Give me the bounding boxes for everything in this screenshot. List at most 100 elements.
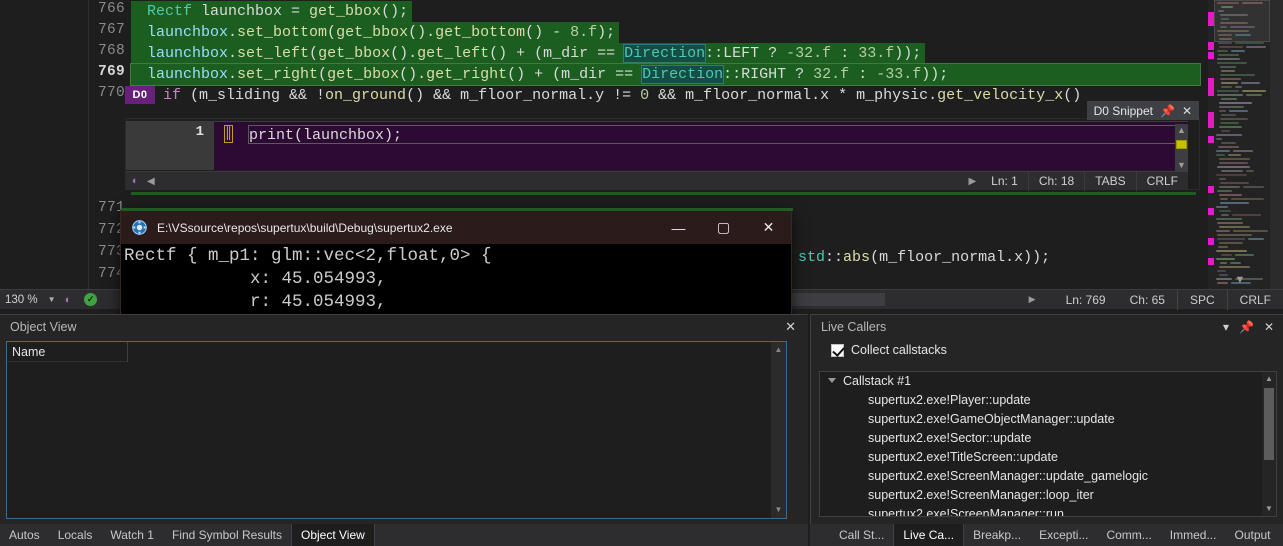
- minimap-line: [1217, 2, 1239, 4]
- minimap-line: [1220, 78, 1241, 80]
- scroll-up-arrow-icon[interactable]: ▲: [771, 342, 786, 357]
- close-button[interactable]: ✕: [746, 211, 791, 244]
- callstack-list[interactable]: Callstack #1 supertux2.exe!Player::updat…: [819, 371, 1277, 517]
- zoom-level-value[interactable]: 130 %: [0, 294, 38, 306]
- line-number: 767: [97, 22, 125, 38]
- scroll-right-arrow-icon[interactable]: ▶: [1029, 294, 1036, 305]
- token-enum-type: Direction: [641, 65, 725, 84]
- token-number: 32.f: [813, 66, 850, 83]
- editor-minimap[interactable]: [1208, 0, 1270, 290]
- object-view-grid[interactable]: Name ▲ ▼: [6, 341, 787, 519]
- minimap-line: [1220, 182, 1249, 184]
- list-item[interactable]: supertux2.exe!Player::update: [820, 391, 1276, 410]
- status-ok-icon: ✓: [84, 293, 98, 306]
- column-header-name[interactable]: Name: [7, 342, 127, 362]
- snippet-status-indent[interactable]: TABS: [1084, 171, 1135, 191]
- code-line-767: launchbox.set_bottom(get_bbox().get_bott…: [131, 22, 620, 43]
- editor-status-eol[interactable]: CRLF: [1226, 289, 1283, 310]
- maximize-button[interactable]: ▢: [701, 211, 746, 244]
- callstack-vertical-scrollbar[interactable]: ▲ ▼: [1262, 372, 1276, 516]
- tab-find-symbol-results[interactable]: Find Symbol Results: [163, 524, 291, 546]
- editor-vertical-scrollbar[interactable]: [1270, 0, 1283, 290]
- list-item[interactable]: supertux2.exe!TitleScreen::update: [820, 448, 1276, 467]
- list-item[interactable]: supertux2.exe!ScreenManager::update_game…: [820, 467, 1276, 486]
- collect-callstacks-checkbox[interactable]: [831, 343, 844, 357]
- chevron-down-icon[interactable]: ▼: [38, 295, 56, 304]
- collect-callstacks-label: Collect callstacks: [851, 343, 947, 357]
- scroll-up-arrow-icon[interactable]: ▲: [1175, 124, 1188, 137]
- minimap-line: [1216, 154, 1225, 156]
- object-view-header: Object View ✕: [0, 315, 808, 339]
- tab-immed[interactable]: Immed...: [1161, 524, 1226, 546]
- minimap-breakpoint-marker: [1208, 136, 1214, 143]
- editor-status-line: Ln: 769: [1065, 292, 1106, 307]
- app-icon: [132, 220, 147, 235]
- pin-icon[interactable]: 📌: [1160, 105, 1175, 117]
- console-title-bar[interactable]: E:\VSsource\repos\supertux\build\Debug\s…: [121, 211, 791, 244]
- scroll-down-arrow-icon[interactable]: ▼: [1262, 502, 1276, 516]
- minimap-line: [1218, 10, 1224, 12]
- close-icon[interactable]: ✕: [1182, 105, 1192, 117]
- tab-call-st[interactable]: Call St...: [830, 524, 893, 546]
- list-item[interactable]: supertux2.exe!Sector::update: [820, 429, 1276, 448]
- close-icon[interactable]: ✕: [779, 319, 802, 335]
- pin-icon[interactable]: 📌: [1234, 320, 1259, 334]
- tab-locals[interactable]: Locals: [49, 524, 102, 546]
- intellicode-icon[interactable]: ◖: [56, 294, 71, 306]
- callstack-root-item[interactable]: Callstack #1: [820, 372, 1276, 391]
- minimap-breakpoint-marker: [1208, 112, 1214, 128]
- tab-object-view[interactable]: Object View: [291, 524, 375, 546]
- token-plain: ();: [381, 3, 409, 20]
- close-icon[interactable]: ✕: [1259, 320, 1279, 334]
- tab-live-ca[interactable]: Live Ca...: [893, 524, 965, 546]
- scroll-down-arrow-icon[interactable]: ▼: [771, 502, 786, 517]
- minimap-line: [1246, 94, 1262, 96]
- minimap-line: [1217, 58, 1240, 60]
- snippet-body[interactable]: 1 ∥ print(launchbox); ▲ ▼: [126, 121, 1188, 172]
- minimap-line: [1220, 122, 1239, 124]
- tab-output[interactable]: Output: [1225, 524, 1279, 546]
- snippet-vertical-scrollbar[interactable]: ▲ ▼: [1175, 124, 1188, 172]
- scroll-thumb[interactable]: [1176, 140, 1187, 149]
- tab-error-list[interactable]: Error List: [1280, 524, 1283, 546]
- minimap-line: [1216, 174, 1247, 176]
- minimap-line: [1217, 166, 1250, 168]
- minimap-line: [1216, 250, 1247, 252]
- collect-callstacks-row[interactable]: Collect callstacks: [811, 339, 1283, 361]
- list-item[interactable]: supertux2.exe!ScreenManager::loop_iter: [820, 486, 1276, 505]
- token-plain: (): [1063, 87, 1082, 104]
- snippet-status-eol[interactable]: CRLF: [1135, 171, 1188, 191]
- snippet-code-line[interactable]: print(launchbox);: [248, 125, 1178, 144]
- editor-zoom-control[interactable]: 130 % ▼ ◖ ✓: [0, 289, 125, 309]
- tab-watch-1[interactable]: Watch 1: [101, 524, 163, 546]
- list-item[interactable]: supertux2.exe!ScreenManager::run: [820, 505, 1276, 516]
- tab-comm[interactable]: Comm...: [1097, 524, 1160, 546]
- minimize-button[interactable]: —: [656, 211, 701, 244]
- scroll-thumb[interactable]: [1264, 388, 1274, 460]
- scroll-up-arrow-icon[interactable]: ▲: [1262, 372, 1276, 386]
- tab-excepti[interactable]: Excepti...: [1030, 524, 1097, 546]
- right-dock-tabbar: Call St... Live Ca... Breakp... Excepti... C…: [810, 524, 1283, 546]
- scroll-left-arrow-icon[interactable]: ◀: [142, 176, 160, 187]
- breakpoint-badge-d0[interactable]: D0: [125, 86, 155, 104]
- code-line-768: launchbox.set_left(get_bbox().get_left()…: [131, 43, 926, 64]
- minimap-breakpoint-marker: [1208, 52, 1214, 59]
- tab-breakp[interactable]: Breakp...: [964, 524, 1030, 546]
- snippet-gutter: 1: [126, 122, 214, 170]
- token-function: set_left: [237, 45, 310, 62]
- minimap-scroll-down-icon[interactable]: ▼: [1215, 272, 1265, 288]
- object-view-vertical-scrollbar[interactable]: ▲ ▼: [771, 342, 786, 518]
- intellicode-icon[interactable]: ◖: [126, 172, 142, 191]
- live-callers-header: Live Callers ▾ 📌 ✕: [811, 315, 1283, 339]
- expander-icon[interactable]: [828, 378, 836, 383]
- minimap-line: [1219, 194, 1242, 196]
- chevron-down-icon[interactable]: ▾: [1218, 320, 1234, 334]
- code-line-770: if (m_sliding && !on_ground() && m_floor…: [163, 85, 1081, 106]
- list-item[interactable]: supertux2.exe!GameObjectManager::update: [820, 410, 1276, 429]
- editor-status-indent[interactable]: SPC: [1176, 289, 1227, 310]
- scroll-right-arrow-icon[interactable]: ▶: [963, 176, 981, 187]
- column-resize-handle[interactable]: [127, 342, 128, 362]
- minimap-line: [1221, 86, 1232, 88]
- tab-autos[interactable]: Autos: [0, 524, 49, 546]
- snippet-empty-row: [214, 148, 1188, 170]
